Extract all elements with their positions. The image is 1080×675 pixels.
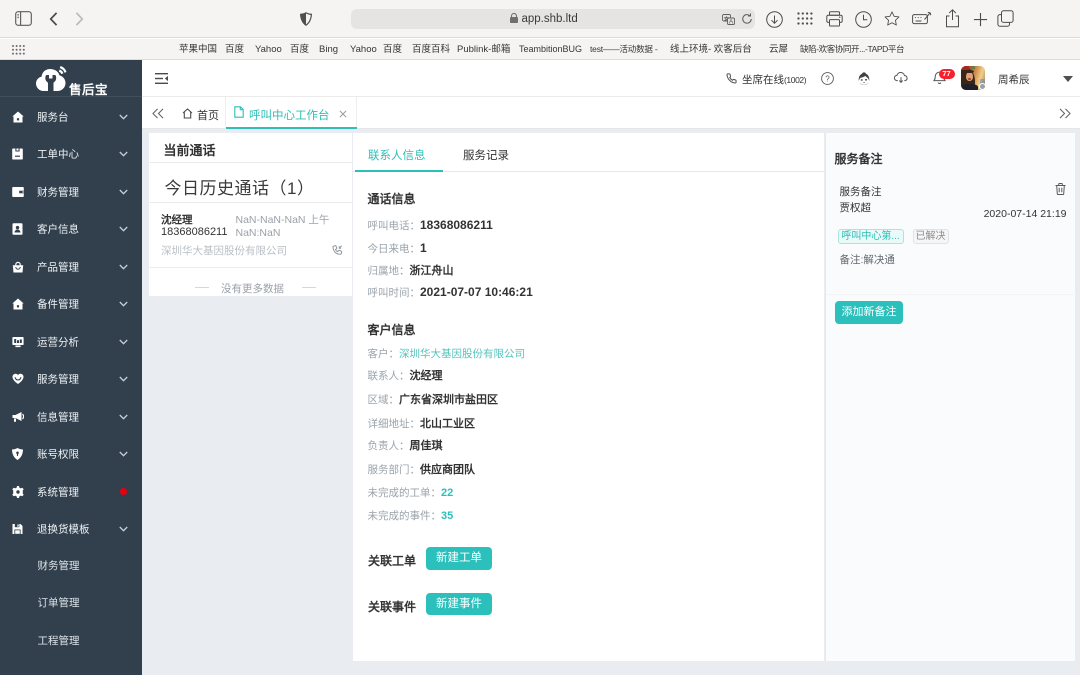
svg-text:?: ?: [825, 74, 830, 83]
svg-text:A: A: [729, 18, 734, 25]
